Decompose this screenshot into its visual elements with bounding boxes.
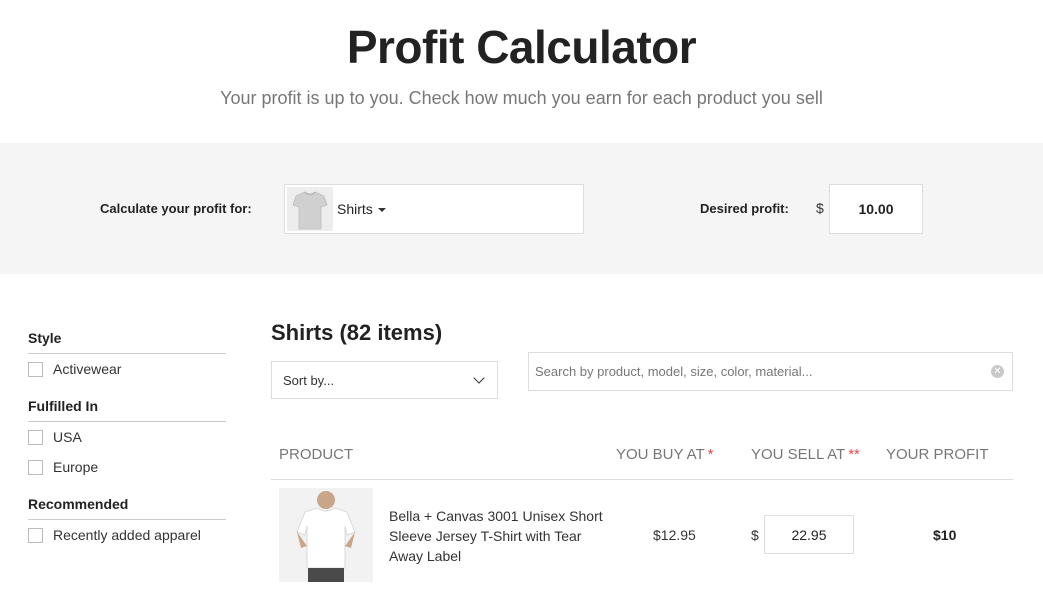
hero-section: Profit Calculator Your profit is up to y… <box>0 0 1043 143</box>
page-subtitle: Your profit is up to you. Check how much… <box>220 88 823 108</box>
filter-option-label: USA <box>53 429 82 445</box>
desired-profit-input[interactable] <box>829 184 923 234</box>
caret-down-icon <box>377 208 386 213</box>
search-input[interactable] <box>529 353 979 390</box>
filter-title: Style <box>28 330 226 354</box>
profit-currency-symbol: $ <box>816 200 824 216</box>
column-header-buy: YOU BUY AT * <box>616 446 714 463</box>
product-select-value: Shirts <box>337 201 386 217</box>
filter-option-label: Europe <box>53 459 99 475</box>
checkbox[interactable] <box>28 459 43 475</box>
filter-option-label: Activewear <box>53 361 122 377</box>
sort-select[interactable]: Sort by... <box>271 361 498 399</box>
filters-sidebar: Style Activewear Fulfilled In USA Europe… <box>28 330 226 550</box>
results-title: Shirts (82 items) <box>271 320 443 345</box>
calculator-band: Calculate your profit for: Shirts Desire… <box>0 143 1043 274</box>
filter-option-usa[interactable]: USA <box>28 422 226 452</box>
tshirt-icon <box>287 187 333 231</box>
sell-currency-symbol: $ <box>751 527 759 543</box>
filter-option-label: Recently added apparel <box>53 527 201 543</box>
filter-title: Fulfilled In <box>28 398 226 422</box>
column-header-profit: YOUR PROFIT <box>886 446 989 463</box>
clear-search-icon[interactable]: ✕ <box>991 365 1004 378</box>
checkbox[interactable] <box>28 527 43 543</box>
sell-price-input[interactable] <box>764 515 854 554</box>
filter-title: Recommended <box>28 496 226 520</box>
filter-option-activewear[interactable]: Activewear <box>28 354 226 384</box>
sort-select-label: Sort by... <box>283 373 335 388</box>
filter-option-europe[interactable]: Europe <box>28 452 226 482</box>
column-header-product: PRODUCT <box>279 446 354 463</box>
product-image[interactable] <box>279 488 373 582</box>
calculate-label: Calculate your profit for: <box>100 201 252 216</box>
filter-group-fulfilled-in: Fulfilled In USA Europe <box>28 398 226 482</box>
filter-option-recently-added[interactable]: Recently added apparel <box>28 520 226 550</box>
buy-price: $12.95 <box>653 527 696 543</box>
page-title: Profit Calculator <box>346 21 697 73</box>
filter-group-recommended: Recommended Recently added apparel <box>28 496 226 550</box>
chevron-down-icon <box>473 372 485 384</box>
table-header-divider <box>271 479 1013 480</box>
required-marker: * <box>707 446 714 463</box>
product-category-select[interactable]: Shirts <box>284 184 584 234</box>
row-profit: $10 <box>933 527 957 543</box>
required-marker: ** <box>848 446 860 463</box>
column-header-sell: YOU SELL AT ** <box>751 446 860 463</box>
checkbox[interactable] <box>28 361 43 377</box>
checkbox[interactable] <box>28 429 43 445</box>
filter-group-style: Style Activewear <box>28 330 226 384</box>
search-box: ✕ <box>528 352 1013 391</box>
product-name-link[interactable]: Bella + Canvas 3001 Unisex Short Sleeve … <box>389 506 609 566</box>
desired-profit-label: Desired profit: <box>700 201 789 216</box>
